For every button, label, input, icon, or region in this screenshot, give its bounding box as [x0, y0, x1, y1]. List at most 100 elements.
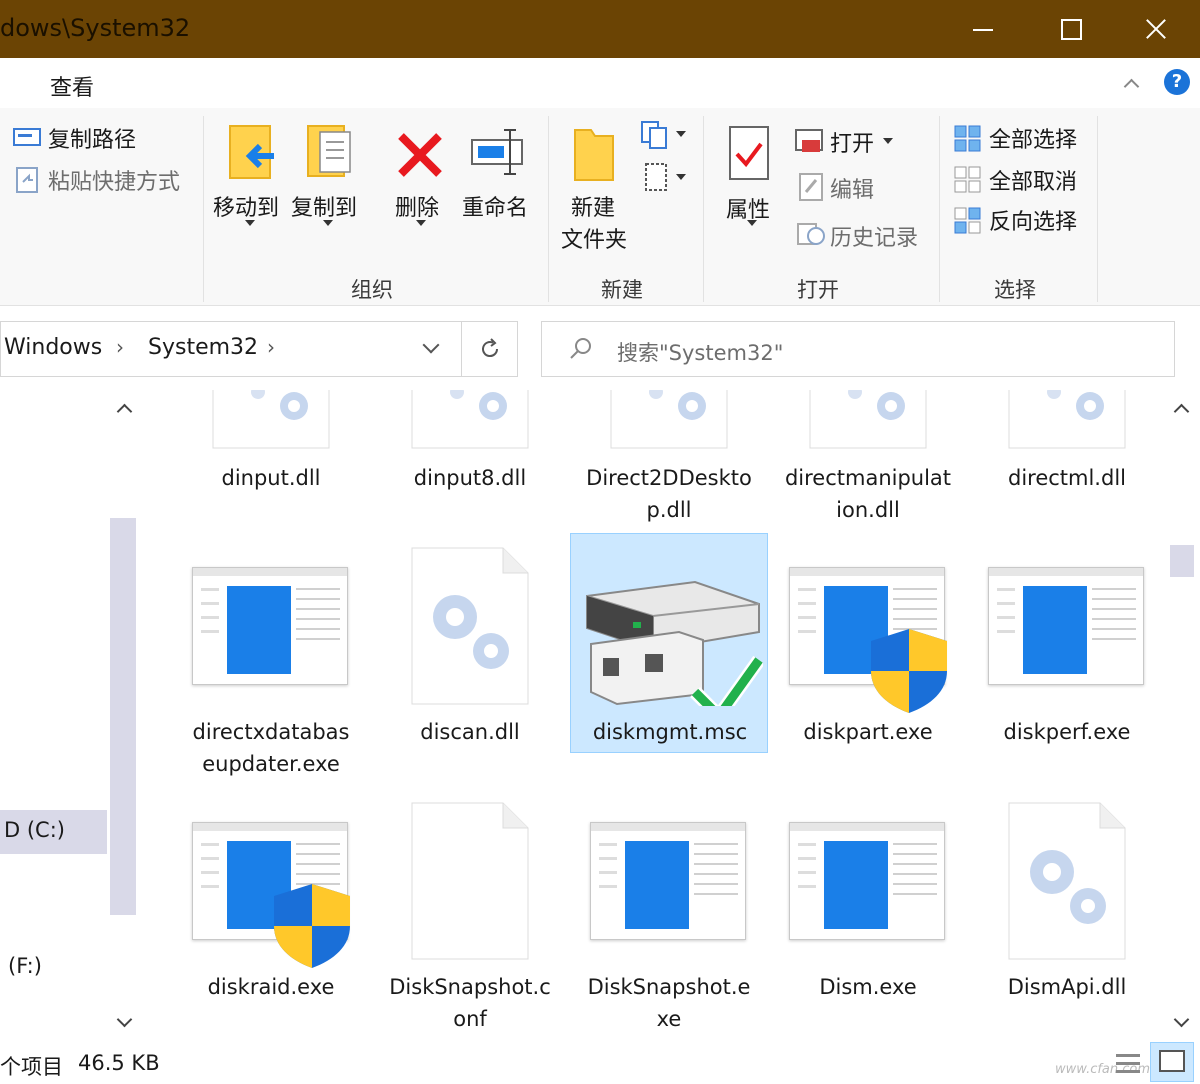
refresh-icon[interactable]	[478, 337, 502, 361]
details-view-icon[interactable]	[1112, 1048, 1144, 1080]
content-scroll-down-icon[interactable]	[1173, 1014, 1189, 1030]
file-item[interactable]: DiskSnapshot.c onf	[371, 790, 569, 1040]
title-bar: dows\System32	[0, 0, 1200, 58]
ribbon: 复制路径 粘贴快捷方式 移动到 复制到 删除 重命名 组织 新建 文件夹	[0, 108, 1200, 306]
organize-group-title: 组织	[351, 274, 393, 304]
history-button[interactable]: 历史记录	[830, 220, 918, 252]
file-name: directml.dll	[968, 462, 1166, 494]
copy-path-button[interactable]: 复制路径	[48, 122, 136, 154]
file-name-line1: directxdatabas	[172, 716, 370, 748]
open-button[interactable]: 打开	[830, 126, 874, 158]
dll-file-icon	[411, 547, 529, 705]
dll-file-icon	[212, 390, 330, 450]
file-item[interactable]: dinput8.dll	[371, 390, 569, 530]
new-folder-line1[interactable]: 新建	[571, 190, 615, 222]
dll-file-icon	[1008, 390, 1126, 450]
maximize-button[interactable]	[1026, 0, 1112, 58]
move-to-button[interactable]: 移动到	[213, 190, 279, 222]
content-scroll-up-icon[interactable]	[1173, 400, 1189, 416]
tab-view[interactable]: 查看	[50, 70, 94, 102]
nav-scroll-down-icon[interactable]	[116, 1014, 132, 1030]
properties-icon	[727, 124, 773, 184]
dll-file-icon	[610, 390, 728, 450]
uac-shield-icon	[272, 882, 352, 970]
file-name-line1: DiskSnapshot.e	[570, 971, 768, 1003]
file-name: DismApi.dll	[968, 971, 1166, 1003]
address-history-chevron-icon[interactable]	[421, 337, 441, 357]
file-item-selected[interactable]: diskmgmt.msc	[570, 533, 768, 753]
file-item[interactable]: DismApi.dll	[968, 790, 1166, 1040]
file-name: diskpart.exe	[769, 716, 967, 748]
uac-shield-icon	[869, 627, 949, 715]
breadcrumb-system32[interactable]: System32	[148, 335, 258, 360]
rename-button[interactable]: 重命名	[462, 190, 528, 222]
breadcrumb-windows[interactable]: Windows	[4, 335, 102, 360]
search-icon	[568, 336, 594, 362]
paste-shortcut-button[interactable]: 粘贴快捷方式	[48, 164, 180, 196]
large-icons-view-icon[interactable]	[1150, 1042, 1194, 1082]
blank-file-icon	[411, 802, 529, 960]
select-all-button[interactable]: 全部选择	[989, 122, 1077, 154]
file-item[interactable]: directmanipulat ion.dll	[769, 390, 967, 530]
close-button[interactable]	[1112, 0, 1198, 58]
file-name-line2: p.dll	[570, 494, 768, 526]
new-folder-icon	[573, 124, 615, 182]
rename-icon	[470, 126, 530, 178]
copy-to-button[interactable]: 复制到	[291, 190, 357, 222]
status-selected-size: 46.5 KB	[78, 1051, 160, 1075]
breadcrumb-separator-icon[interactable]: ›	[116, 335, 124, 359]
search-box[interactable]: 搜索"System32"	[541, 321, 1175, 377]
disk-management-icon	[583, 574, 763, 706]
file-item[interactable]: diskperf.exe	[968, 535, 1166, 785]
delete-icon	[395, 130, 445, 180]
file-item[interactable]: Direct2DDeskto p.dll	[570, 390, 768, 530]
new-item-dropdown-icon[interactable]	[676, 131, 686, 137]
minimize-button[interactable]	[940, 0, 1026, 58]
file-item[interactable]: diskpart.exe	[769, 535, 967, 785]
file-item[interactable]: diskraid.exe	[172, 790, 370, 1040]
copy-to-dropdown-icon	[323, 220, 333, 226]
select-none-button[interactable]: 全部取消	[989, 164, 1077, 196]
collapse-ribbon-icon[interactable]	[1124, 76, 1138, 90]
file-name-line2: xe	[570, 1003, 768, 1035]
nav-item-drive-f[interactable]: (F:)	[8, 954, 42, 978]
invert-selection-button[interactable]: 反向选择	[989, 204, 1077, 236]
delete-button[interactable]: 删除	[395, 190, 439, 222]
nav-item-drive-c[interactable]: D (C:)	[0, 810, 107, 854]
file-item[interactable]: directml.dll	[968, 390, 1166, 530]
nav-scroll-up-icon[interactable]	[116, 400, 132, 416]
file-item[interactable]: Dism.exe	[769, 790, 967, 1040]
exe-app-icon	[590, 822, 746, 940]
file-item[interactable]: DiskSnapshot.e xe	[570, 790, 768, 1040]
address-divider	[461, 322, 462, 376]
edit-icon	[798, 172, 826, 202]
file-name-line1: directmanipulat	[769, 462, 967, 494]
paste-shortcut-icon	[15, 164, 39, 194]
select-all-icon	[953, 124, 983, 154]
ribbon-tab-row: 查看	[0, 58, 1200, 108]
search-input[interactable]: 搜索"System32"	[617, 337, 783, 367]
group-separator	[939, 116, 940, 302]
breadcrumb-separator-icon[interactable]: ›	[267, 335, 275, 359]
new-folder-line2[interactable]: 文件夹	[561, 222, 627, 254]
file-name: dinput8.dll	[371, 462, 569, 494]
easy-access-dropdown-icon[interactable]	[676, 174, 686, 180]
file-name: dinput.dll	[172, 462, 370, 494]
file-name: discan.dll	[371, 716, 569, 748]
file-item[interactable]: discan.dll	[371, 535, 569, 785]
window-title: dows\System32	[0, 14, 190, 42]
history-icon	[796, 220, 826, 248]
open-dropdown-icon	[883, 138, 893, 144]
file-item[interactable]: dinput.dll	[172, 390, 370, 530]
file-name-line2: eupdater.exe	[172, 748, 370, 780]
copy-path-icon	[13, 126, 41, 148]
file-name-line1: Direct2DDeskto	[570, 462, 768, 494]
edit-button[interactable]: 编辑	[830, 172, 874, 204]
nav-scrollbar-thumb[interactable]	[110, 518, 136, 915]
status-bar: 个项目 46.5 KB	[0, 1045, 1200, 1084]
address-bar[interactable]: Windows › System32 ›	[0, 321, 518, 377]
content-scrollbar-thumb[interactable]	[1170, 545, 1194, 577]
group-separator	[703, 116, 704, 302]
file-item[interactable]: directxdatabas eupdater.exe	[172, 535, 370, 785]
help-icon[interactable]: ?	[1164, 69, 1190, 95]
